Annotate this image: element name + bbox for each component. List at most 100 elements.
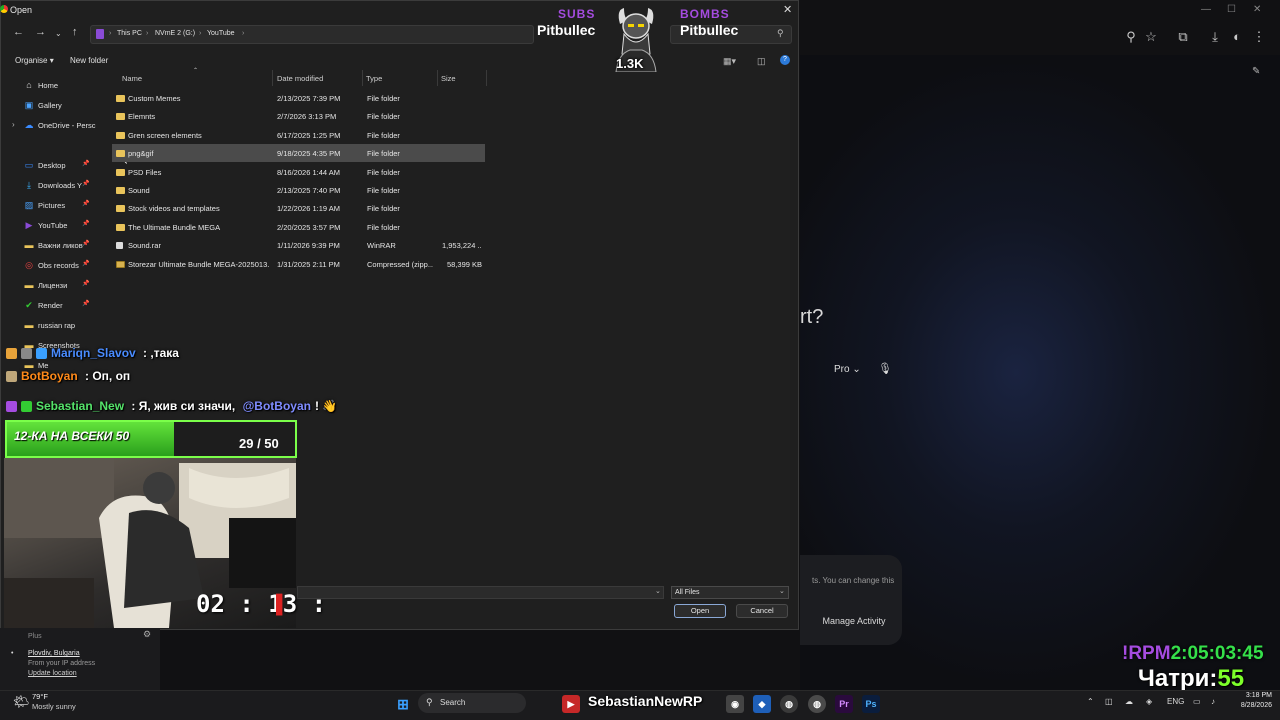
nav-item-label: Важни ликов <box>38 240 83 250</box>
filename-chevron-icon[interactable]: ⌄ <box>655 587 661 595</box>
tray-chevron-icon[interactable]: ⌃ <box>1087 697 1094 706</box>
file-row[interactable]: Elemnts 2/7/2026 3:13 PM File folder <box>112 107 485 125</box>
widget-location[interactable]: Plovdiv, Bulgaria <box>28 650 80 657</box>
nav-item-desktop[interactable]: ▭ Desktop <box>24 156 66 174</box>
bookmark-star-icon[interactable]: ☆ <box>1140 26 1162 48</box>
app-icon[interactable]: ◉ <box>726 695 744 713</box>
premiere-icon[interactable]: Pr <box>835 695 853 713</box>
app-icon[interactable]: ◆ <box>753 695 771 713</box>
back-arrow-icon[interactable]: ← <box>13 26 24 38</box>
menu-dots-icon[interactable]: ⋮ <box>1248 26 1270 48</box>
up-arrow-icon[interactable]: ↑ <box>72 26 78 38</box>
file-row[interactable]: Storezar Ultimate Bundle MEGA-2025013...… <box>112 255 485 273</box>
column-type[interactable]: Type <box>366 74 382 83</box>
cancel-button[interactable]: Cancel <box>736 604 788 618</box>
tray-app-icon[interactable]: ◫ <box>1105 697 1113 706</box>
windows-start-icon[interactable]: ⊞ <box>394 695 412 713</box>
file-row[interactable]: Sound 2/13/2025 7:40 PM File folder <box>112 181 485 199</box>
file-row[interactable]: png&gif 9/18/2025 4:35 PM File folder <box>112 144 485 163</box>
goal-label: 12-КА НА ВСЕКИ 50 <box>14 429 130 443</box>
language-indicator[interactable]: ENG <box>1167 697 1184 706</box>
nav-item-лицензи[interactable]: ▬ Лицензи <box>24 276 68 294</box>
close-window-icon[interactable]: ✕ <box>1253 4 1261 15</box>
file-name: Custom Memes <box>128 94 181 103</box>
nav-item-youtube[interactable]: ▶ YouTube <box>24 216 68 234</box>
view-layout-icon[interactable]: ▦▾ <box>723 56 736 67</box>
widget-update-location[interactable]: Update location <box>28 670 77 677</box>
nav-item-obs-records[interactable]: ◎ Obs records <box>24 256 79 274</box>
weather-temp[interactable]: 79°F <box>32 692 48 701</box>
file-name: Sound <box>128 186 150 195</box>
file-row[interactable]: Sound.rar 1/11/2026 9:39 PM WinRAR 1,953,22… <box>112 236 485 254</box>
column-divider[interactable] <box>272 70 273 86</box>
breadcrumb-drive[interactable]: NVmE 2 (G:) <box>155 30 195 37</box>
organise-menu[interactable]: Organise ▾ <box>15 56 54 65</box>
column-name[interactable]: Name <box>122 74 142 83</box>
volume-icon[interactable]: ♪ <box>1211 697 1215 706</box>
breadcrumb-youtube[interactable]: YouTube <box>207 30 235 37</box>
model-select[interactable]: Pro ⌄ <box>834 364 861 375</box>
preview-pane-icon[interactable]: ◫ <box>757 56 766 67</box>
file-date: 2/13/2025 7:40 PM <box>277 186 341 195</box>
youtube-app-icon[interactable]: ▶ <box>562 695 580 713</box>
weather-sun-icon[interactable]: 🌤 <box>13 694 30 710</box>
edit-icon[interactable]: ✎ <box>1252 66 1260 77</box>
youtube-icon: ▶ <box>25 219 33 230</box>
widget-settings-icon[interactable]: ⚙ <box>143 629 151 640</box>
extensions-icon[interactable]: ⧉ <box>1172 26 1194 48</box>
chat-username: Mariqn_Slavov <box>51 346 136 360</box>
expand-chevron-icon[interactable]: › <box>12 120 15 129</box>
tray-cloud-icon[interactable]: ☁ <box>1125 697 1133 706</box>
chrome-taskbar-icon[interactable]: ◍ <box>780 695 798 713</box>
clock-date[interactable]: 8/28/2026 <box>1226 702 1272 709</box>
file-row[interactable]: PSD Files 8/16/2026 1:44 AM File folder <box>112 163 485 181</box>
nav-item-gallery[interactable]: ▣ Gallery <box>24 96 62 114</box>
open-button[interactable]: Open <box>674 604 726 618</box>
photoshop-icon[interactable]: Ps <box>862 695 880 713</box>
nav-item-russian-rap[interactable]: ▬ russian rap <box>24 316 76 334</box>
column-divider[interactable] <box>437 70 438 86</box>
help-icon[interactable]: ? <box>780 55 790 65</box>
close-icon[interactable]: ✕ <box>783 3 792 16</box>
chat-text: : ,така <box>139 346 179 360</box>
nav-item-label: Pictures <box>38 200 66 210</box>
taskbar-search[interactable]: ⚲ Search <box>418 693 526 713</box>
nav-item-pictures[interactable]: ▨ Pictures <box>24 196 65 214</box>
file-row[interactable]: Gren screen elements 6/17/2025 1:25 PM Fil… <box>112 126 485 144</box>
nav-item-home[interactable]: ⌂ Home <box>24 76 58 94</box>
column-divider[interactable] <box>362 70 363 86</box>
nav-item-важни-ликов[interactable]: ▬ Важни ликов <box>24 236 83 254</box>
manage-activity-button[interactable]: Manage Activity <box>812 609 896 633</box>
nav-item-render[interactable]: ✔ Render <box>24 296 62 314</box>
chrome-taskbar-icon[interactable]: ◍ <box>808 695 826 713</box>
column-size[interactable]: Size <box>441 74 456 83</box>
zoom-icon[interactable]: ⚲ <box>1120 26 1142 48</box>
download-icon[interactable]: ⤓ <box>1204 26 1226 48</box>
maximize-icon[interactable]: ☐ <box>1227 4 1236 15</box>
nav-item-label: Лицензи <box>38 280 68 290</box>
profile-icon[interactable]: ◐ <box>1226 26 1248 48</box>
nav-item-downloads-y[interactable]: ⤓ Downloads Y <box>24 176 82 194</box>
onedrive-icon: ☁ <box>24 119 34 130</box>
network-icon[interactable]: ▭ <box>1193 697 1201 706</box>
column-date[interactable]: Date modified <box>277 74 323 83</box>
breadcrumb-this-pc[interactable]: This PC <box>117 30 142 37</box>
microphone-icon[interactable]: 🎙 <box>878 362 892 375</box>
file-date: 1/31/2025 2:11 PM <box>277 259 340 269</box>
nav-item-onedrive-persc[interactable]: ☁ OneDrive - Persc <box>24 116 96 134</box>
file-type-select[interactable]: All Files <box>671 586 789 599</box>
tray-shield-icon[interactable]: ◈ <box>1146 697 1152 706</box>
clock-time[interactable]: 3:18 PM <box>1238 692 1272 699</box>
pin-icon: 📌 <box>82 281 90 287</box>
weather-desc[interactable]: Mostly sunny <box>32 702 76 711</box>
nav-item-label: Gallery <box>38 100 62 110</box>
file-row[interactable]: The Ultimate Bundle MEGA 2/20/2025 3:57 P… <box>112 218 485 236</box>
minimize-icon[interactable]: — <box>1201 4 1211 15</box>
recent-chevron-icon[interactable]: ⌄ <box>55 29 62 38</box>
file-row[interactable]: Custom Memes 2/13/2025 7:39 PM File folder <box>112 89 485 107</box>
column-divider[interactable] <box>486 70 487 86</box>
forward-arrow-icon[interactable]: → <box>35 26 46 38</box>
file-row[interactable]: Stock videos and templates 1/22/2026 1:19… <box>112 199 485 217</box>
filename-input[interactable] <box>297 586 664 599</box>
new-folder-button[interactable]: New folder <box>70 56 108 65</box>
